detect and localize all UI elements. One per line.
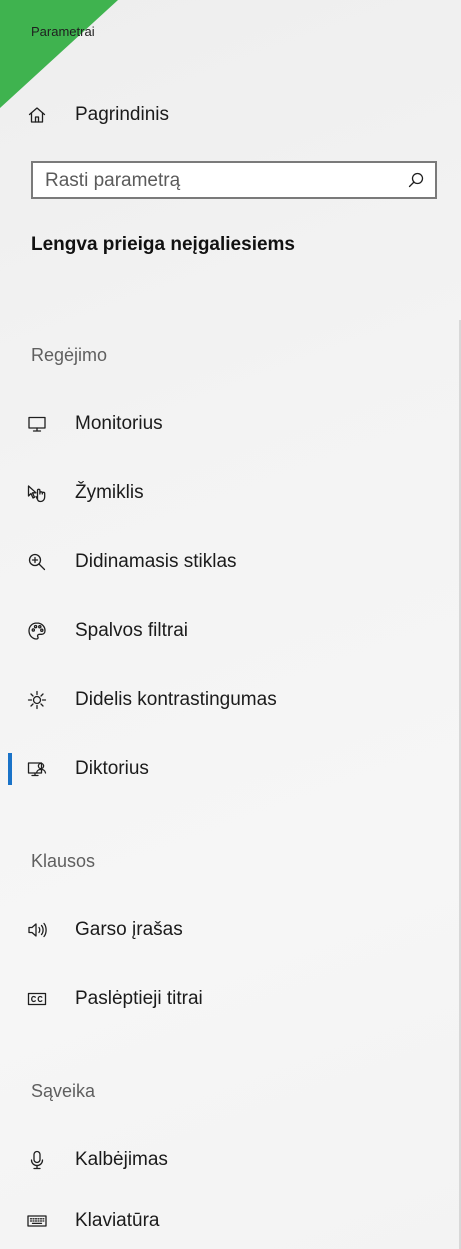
nav-item-label: Paslėptieji titrai: [75, 988, 203, 1009]
nav-item-magnifier[interactable]: Didinamasis stiklas: [0, 538, 459, 586]
nav-item-keyboard[interactable]: Klaviatūra: [0, 1197, 459, 1245]
closed-captions-icon: [25, 987, 49, 1011]
nav-item-closed-captions[interactable]: Paslėptieji titrai: [0, 975, 459, 1023]
nav-item-audio[interactable]: Garso įrašas: [0, 906, 459, 954]
nav-item-label: Garso įrašas: [75, 919, 183, 940]
nav-home-label: Pagrindinis: [75, 104, 169, 125]
magnifier-icon: [25, 550, 49, 574]
search-box[interactable]: [31, 161, 437, 199]
nav-home[interactable]: Pagrindinis: [0, 91, 459, 139]
nav-item-speech[interactable]: Kalbėjimas: [0, 1136, 459, 1184]
color-palette-icon: [25, 619, 49, 643]
nav-item-label: Monitorius: [75, 413, 163, 434]
keyboard-icon: [25, 1209, 49, 1233]
narrator-icon: [25, 757, 49, 781]
search-icon[interactable]: [407, 171, 425, 189]
nav-item-label: Spalvos filtrai: [75, 620, 188, 641]
page-section-title: Lengva prieiga neįgaliesiems: [31, 234, 295, 255]
home-icon: [25, 103, 49, 127]
nav-item-label: Klaviatūra: [75, 1210, 160, 1231]
nav-item-high-contrast[interactable]: Didelis kontrastingumas: [0, 676, 459, 724]
active-indicator: [8, 753, 12, 785]
group-heading-vision: Regėjimo: [31, 345, 108, 365]
nav-item-label: Žymiklis: [75, 482, 144, 503]
microphone-icon: [25, 1148, 49, 1172]
app-title: Parametrai: [31, 24, 95, 39]
group-heading-hearing: Klausos: [31, 851, 96, 871]
nav-item-monitor[interactable]: Monitorius: [0, 400, 459, 448]
nav-item-color-filters[interactable]: Spalvos filtrai: [0, 607, 459, 655]
speaker-icon: [25, 918, 49, 942]
monitor-icon: [25, 412, 49, 436]
search-input[interactable]: [45, 170, 385, 192]
nav-item-label: Didelis kontrastingumas: [75, 689, 277, 710]
nav-item-pointer[interactable]: Žymiklis: [0, 469, 459, 517]
nav-item-label: Didinamasis stiklas: [75, 551, 237, 572]
group-heading-interaction: Sąveika: [31, 1081, 96, 1101]
high-contrast-icon: [25, 688, 49, 712]
nav-item-narrator[interactable]: Diktorius: [0, 745, 459, 793]
pointer-icon: [25, 481, 49, 505]
nav-item-label: Kalbėjimas: [75, 1149, 168, 1170]
nav-item-label: Diktorius: [75, 758, 149, 779]
